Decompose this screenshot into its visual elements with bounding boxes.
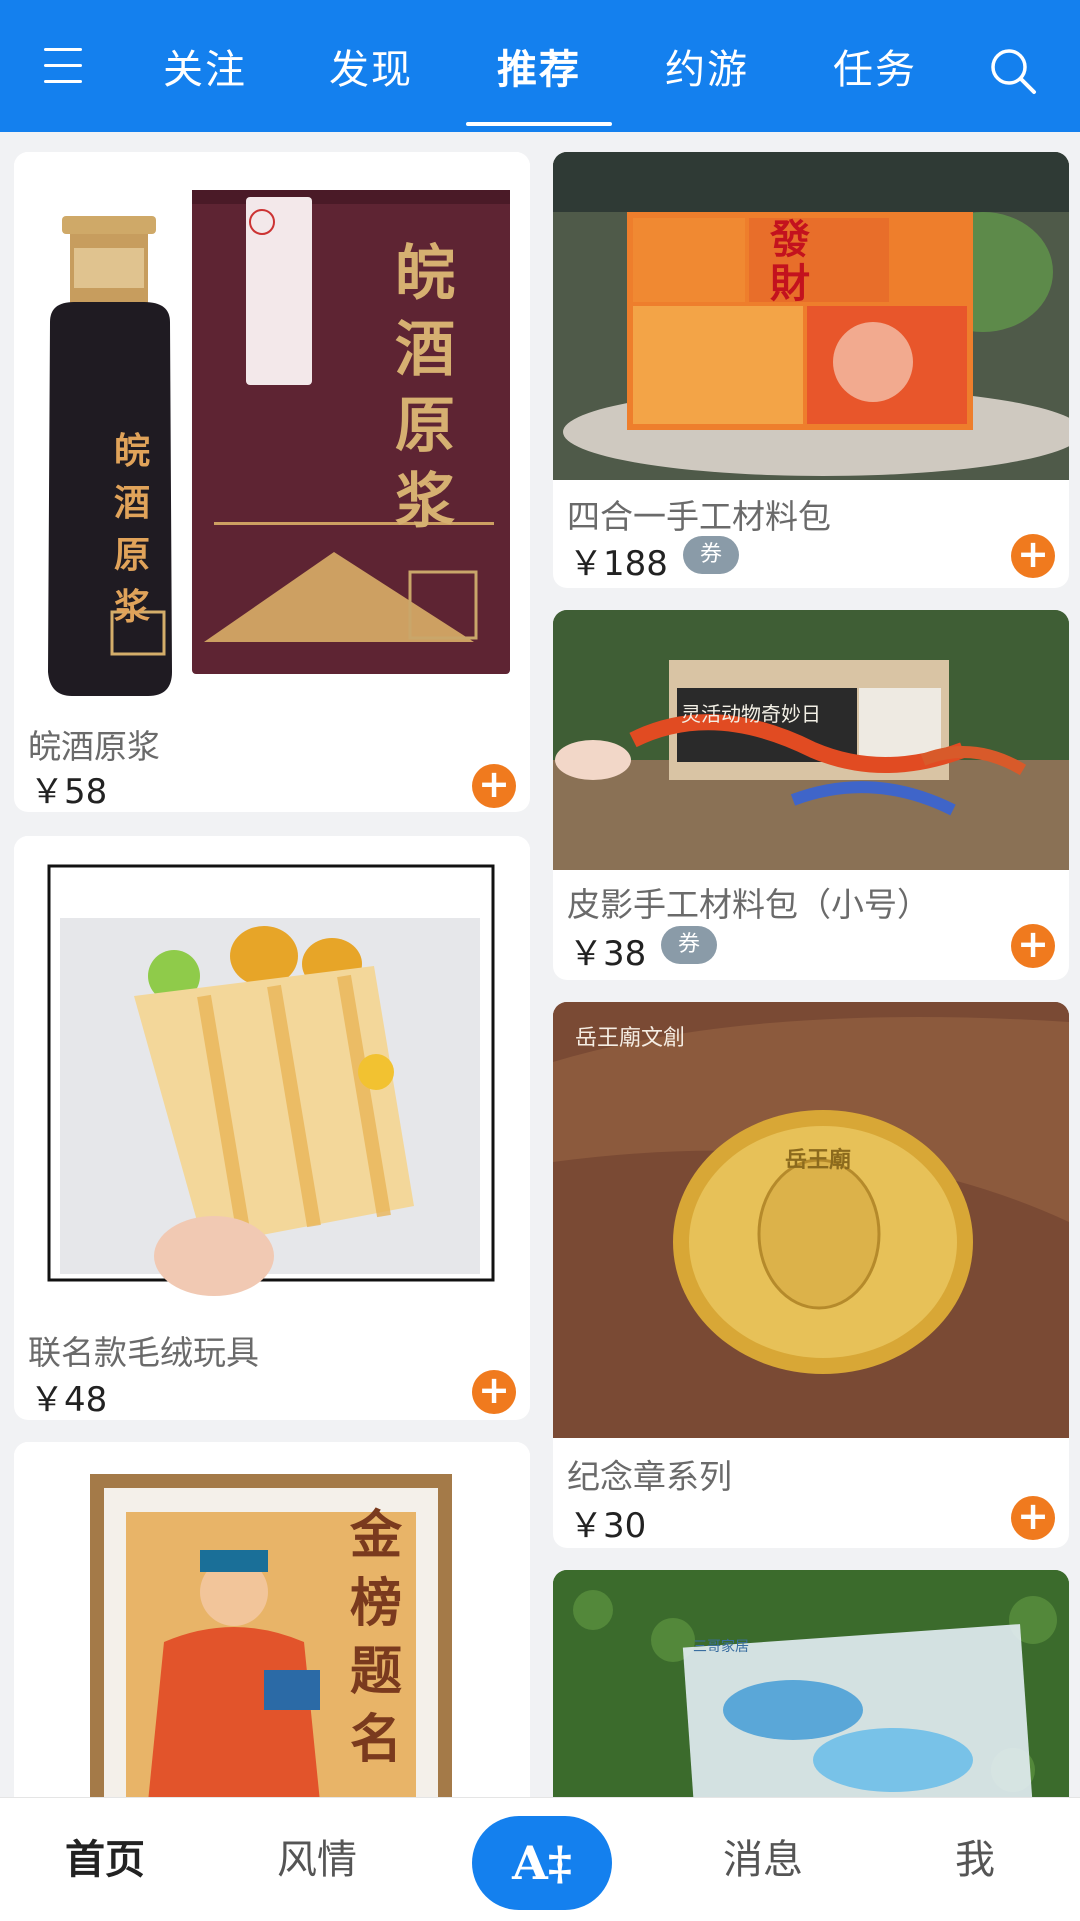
product-card[interactable]: 联名款毛绒玩具 ￥48 + <box>14 836 530 1420</box>
ai-assistant-button[interactable]: A‡ <box>472 1816 612 1910</box>
product-image: 金 榜 题 名 <box>14 1442 530 1842</box>
product-name: 四合一手工材料包 <box>567 497 831 536</box>
tab-task[interactable]: 任务 <box>810 42 940 98</box>
nav-home[interactable]: 首页 <box>40 1832 170 1888</box>
plus-circle-icon[interactable]: + <box>472 764 516 808</box>
product-price: ￥58 <box>30 772 108 812</box>
product-card[interactable]: 灵活动物奇妙日 皮影手工材料包（小号） ￥38 券 + <box>553 610 1069 980</box>
plus-circle-icon[interactable]: + <box>472 1370 516 1414</box>
product-image <box>14 836 530 1308</box>
nav-culture[interactable]: 风情 <box>252 1832 382 1888</box>
bottle-label-text: 皖 酒 原 浆 <box>113 431 150 628</box>
menu-icon[interactable] <box>40 46 88 86</box>
product-image: 皖 酒 原 浆 皖 酒 原 浆 <box>14 152 530 700</box>
product-name: 纪念章系列 <box>567 1457 732 1496</box>
plus-circle-icon[interactable]: + <box>1011 534 1055 578</box>
plus-circle-icon[interactable]: + <box>1011 924 1055 968</box>
nav-profile[interactable]: 我 <box>910 1832 1040 1888</box>
product-image-text: 金 榜 题 名 <box>349 1506 402 1770</box>
product-image-text: 皖 酒 原 浆 <box>395 239 455 537</box>
top-nav-bar: 关注 发现 推荐 约游 任务 <box>0 0 1080 132</box>
product-card[interactable]: 金 榜 题 名 <box>14 1442 530 1842</box>
product-name: 皮影手工材料包（小号） <box>567 885 930 924</box>
product-price: ￥38 <box>569 934 647 974</box>
active-tab-indicator <box>466 122 612 126</box>
product-name: 皖酒原浆 <box>28 727 160 766</box>
medal-text: 岳王廟 <box>785 1148 852 1173</box>
nav-messages[interactable]: 消息 <box>698 1832 828 1888</box>
bottom-nav-bar: 首页 风情 A‡ 消息 我 <box>0 1797 1080 1921</box>
product-price: ￥30 <box>569 1506 647 1546</box>
tab-follow[interactable]: 关注 <box>140 42 270 98</box>
product-price: ￥188 <box>569 544 668 584</box>
product-image-text: 三哥家居 <box>693 1639 749 1655</box>
product-name: 联名款毛绒玩具 <box>28 1333 259 1372</box>
product-card[interactable]: 岳王廟文創 岳王廟 纪念章系列 ￥30 + <box>553 1002 1069 1548</box>
product-card[interactable]: 皖 酒 原 浆 皖 酒 原 浆 皖酒原浆 ￥58 + <box>14 152 530 812</box>
tab-trip[interactable]: 约游 <box>642 42 772 98</box>
search-icon[interactable] <box>986 44 1040 98</box>
product-image-text: 發 財 <box>770 217 810 307</box>
tab-recommend[interactable]: 推荐 <box>474 42 604 98</box>
tab-discover[interactable]: 发现 <box>306 42 436 98</box>
product-image: 灵活动物奇妙日 <box>553 610 1069 870</box>
product-card[interactable]: 發 財 四合一手工材料包 ￥188 券 + <box>553 152 1069 588</box>
product-image-text: 岳王廟文創 <box>575 1026 686 1051</box>
coupon-badge: 券 <box>661 926 717 964</box>
product-image: 岳王廟文創 岳王廟 <box>553 1002 1069 1438</box>
plus-circle-icon[interactable]: + <box>1011 1496 1055 1540</box>
product-price: ￥48 <box>30 1380 108 1420</box>
product-image-text: 灵活动物奇妙日 <box>681 702 821 726</box>
coupon-badge: 券 <box>683 536 739 574</box>
product-image: 發 財 <box>553 152 1069 480</box>
